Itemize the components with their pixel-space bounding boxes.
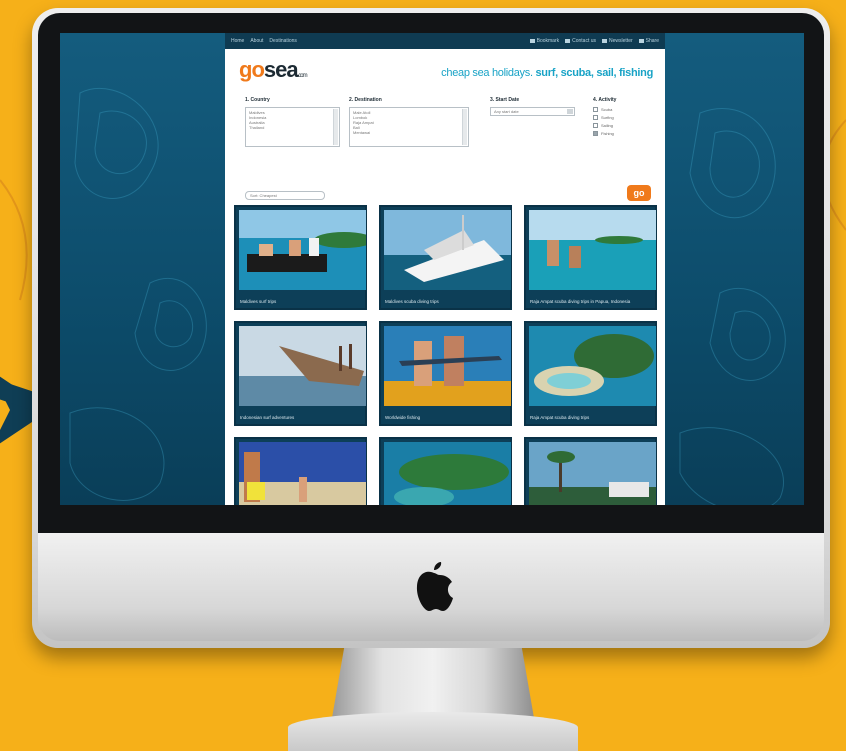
nav-link-destinations[interactable]: Destinations [269, 38, 297, 44]
site-tagline: cheap sea holidays. surf, scuba, sail, f… [441, 67, 653, 79]
catamaran-photo [384, 210, 511, 290]
apple-logo-icon [416, 562, 453, 611]
gallery-tile[interactable]: Worldwide fishing [379, 321, 512, 426]
nav-link-home[interactable]: Home [231, 38, 244, 44]
top-navigation-bar: Home About Destinations Bookmark Contact… [225, 33, 665, 49]
gosea-webpage: Home About Destinations Bookmark Contact… [225, 33, 665, 505]
nav-link-about[interactable]: About [250, 38, 263, 44]
bookmark-link[interactable]: Bookmark [529, 38, 559, 44]
start-date-select[interactable]: Any start date [490, 107, 575, 116]
gallery-tile[interactable]: Raja Ampat scuba diving trips [524, 321, 657, 426]
destination-scrollbar[interactable] [462, 109, 467, 145]
gallery-tile[interactable]: Indonesian surf adventures [234, 321, 367, 426]
chevron-down-icon [567, 109, 573, 114]
activity-option-scuba[interactable]: Scuba [593, 107, 653, 112]
country-column: 1. Country Maldives Indonesia Australia … [245, 97, 340, 147]
tile-caption: Indonesian surf adventures [240, 415, 295, 420]
activity-option-sailing[interactable]: Sailing [593, 123, 653, 128]
activity-option-surfing[interactable]: Surfing [593, 115, 653, 120]
checkbox-fishing[interactable] [593, 131, 598, 136]
bookmark-icon [529, 39, 535, 43]
monitor-stand-neck [332, 648, 534, 718]
checkbox-surfing[interactable] [593, 115, 598, 120]
checkbox-scuba[interactable] [593, 107, 598, 112]
activity-title: 4. Activity [593, 97, 617, 103]
tile-caption: Maldives surf trips [240, 299, 277, 304]
palm-resort-photo [529, 442, 656, 505]
go-button[interactable]: go [627, 185, 651, 201]
tile-caption: Raja Ampat scuba diving trips [530, 415, 590, 420]
sort-select[interactable]: Sort: Cheapest [245, 191, 325, 200]
gallery-tile[interactable]: Maldives scuba diving trips [379, 205, 512, 310]
share-link[interactable]: Share [638, 38, 659, 44]
tile-caption: Maldives scuba diving trips [385, 299, 439, 304]
gallery-tile[interactable] [234, 437, 367, 505]
newsletter-link[interactable]: Newsletter [602, 38, 633, 44]
country-scrollbar[interactable] [333, 109, 338, 145]
boat-photo [239, 210, 366, 290]
destination-title: 2. Destination [349, 97, 382, 103]
gallery-tile[interactable] [379, 437, 512, 505]
country-listbox[interactable]: Maldives Indonesia Australia Thailand [245, 107, 340, 147]
site-logo[interactable]: gosea.com [239, 57, 308, 83]
reef-photo [529, 326, 656, 406]
start-date-title: 3. Start Date [490, 97, 520, 103]
checkbox-sailing[interactable] [593, 123, 598, 128]
start-date-column: 3. Start Date Any start date [490, 97, 575, 116]
destination-column: 2. Destination Male Atoll Lombok Raja Am… [349, 97, 469, 147]
activity-column: 4. Activity Scuba Surfing Sailing Fishin… [593, 97, 653, 139]
mail-icon [565, 39, 571, 43]
gallery-tile[interactable]: Maldives surf trips [234, 205, 367, 310]
tile-caption: Worldwide fishing [385, 415, 421, 420]
monitor-screen: Home About Destinations Bookmark Contact… [60, 33, 804, 505]
newsletter-icon [602, 39, 608, 43]
beach-photo [239, 442, 366, 505]
activity-option-fishing[interactable]: Fishing [593, 131, 653, 136]
destination-listbox[interactable]: Male Atoll Lombok Raja Ampat Bali Mentaw… [349, 107, 469, 147]
share-icon [638, 39, 644, 43]
divers-photo [529, 210, 656, 290]
gallery-tile[interactable] [524, 437, 657, 505]
brand-header: gosea.com cheap sea holidays. surf, scub… [225, 49, 665, 87]
monitor-stand-foot [288, 712, 578, 751]
gallery-tile[interactable]: Raja Ampat scuba diving trips in Papua, … [524, 205, 657, 310]
contact-link[interactable]: Contact us [565, 38, 596, 44]
sailboat-photo [239, 326, 366, 406]
country-title: 1. Country [245, 97, 270, 103]
tile-caption: Raja Ampat scuba diving trips in Papua, … [530, 299, 631, 304]
island-aerial-photo [384, 442, 511, 505]
fishing-photo [384, 326, 511, 406]
